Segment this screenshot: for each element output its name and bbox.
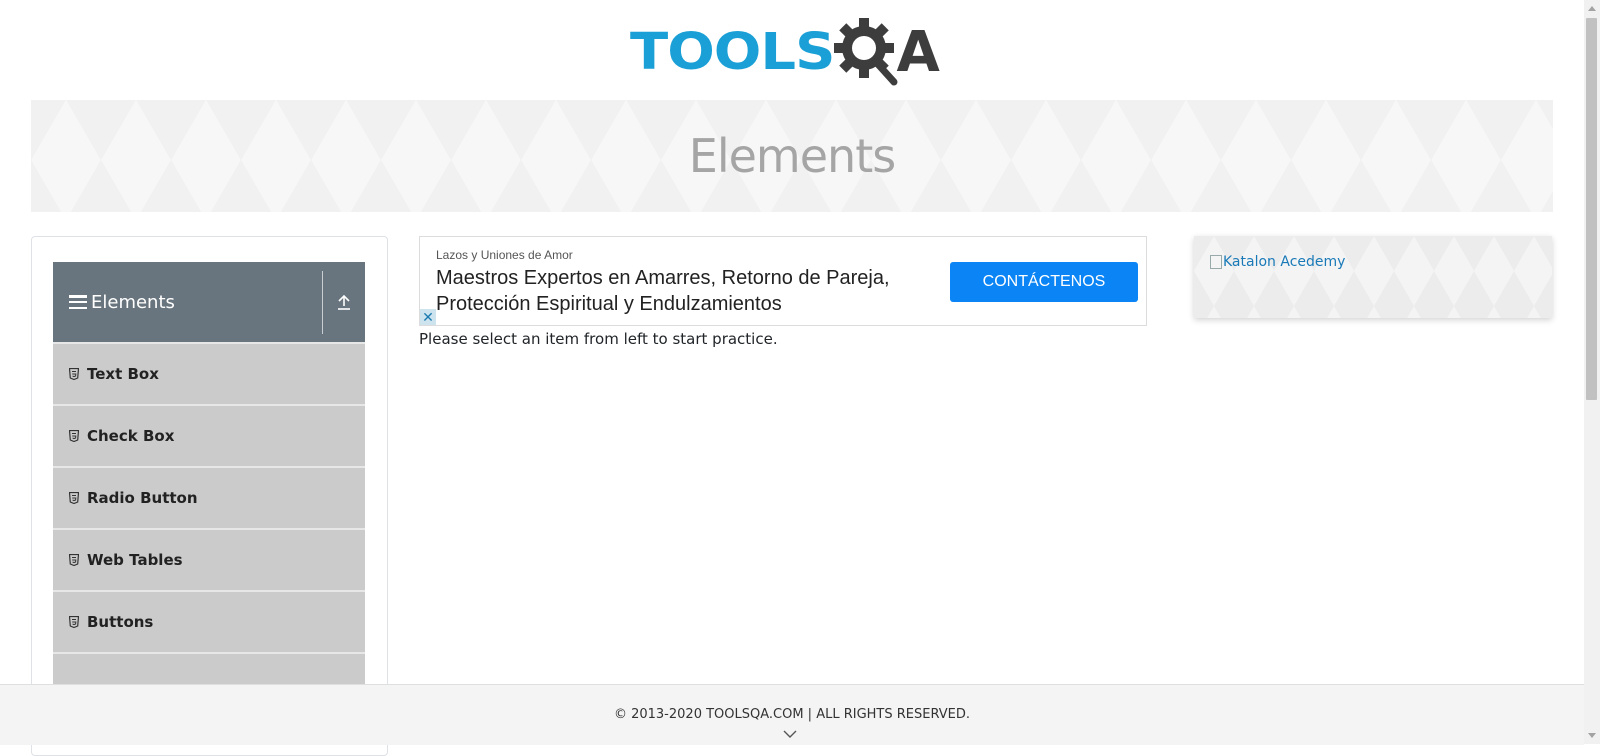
html5-icon [67, 429, 81, 443]
katalon-academy-link[interactable]: Katalon Acedemy [1210, 254, 1345, 270]
page-banner: Elements [31, 100, 1553, 212]
scroll-down-arrow-icon[interactable] [1588, 733, 1596, 739]
scrollbar-thumb[interactable] [1586, 18, 1597, 400]
katalon-promo-box[interactable]: Katalon Acedemy [1194, 236, 1552, 318]
page-title: Elements [688, 129, 896, 183]
sidebar-item-text-box[interactable]: Text Box [53, 342, 365, 404]
broken-image-icon [1210, 255, 1222, 269]
ad-close-icon[interactable]: ✕ [420, 309, 436, 325]
left-nav-panel: Elements Text Box Check Box Radio Button… [31, 236, 388, 756]
logo-text-tools: TOOLS [630, 22, 835, 82]
sidebar-item-label: Check Box [87, 427, 175, 445]
gear-magnifier-icon [834, 18, 898, 86]
sidebar-item-label: Text Box [87, 365, 159, 383]
sidebar-item-label: Web Tables [87, 551, 183, 569]
ad-headline[interactable]: Maestros Expertos en Amarres, Retorno de… [436, 265, 936, 317]
html5-icon [67, 615, 81, 629]
toolsqa-logo[interactable]: TOOLS A [630, 14, 956, 90]
sidebar-item-label: Radio Button [87, 489, 198, 507]
chevron-down-icon[interactable] [783, 729, 797, 739]
vertical-scrollbar[interactable] [1584, 0, 1600, 744]
ad-advertiser: Lazos y Uniones de Amor [436, 248, 573, 262]
sidebar-item-web-tables[interactable]: Web Tables [53, 528, 365, 590]
arrow-up-icon [338, 294, 350, 310]
hamburger-icon [69, 295, 87, 309]
html5-icon [67, 553, 81, 567]
page-footer: © 2013-2020 TOOLSQA.COM | ALL RIGHTS RES… [0, 684, 1584, 745]
scroll-up-arrow-icon[interactable] [1588, 5, 1596, 11]
sidebar-item-check-box[interactable]: Check Box [53, 404, 365, 466]
html5-icon [67, 367, 81, 381]
ad-contact-button[interactable]: CONTÁCTENOS [950, 262, 1138, 302]
sidebar-item-radio-button[interactable]: Radio Button [53, 466, 365, 528]
footer-copyright: © 2013-2020 TOOLSQA.COM | ALL RIGHTS RES… [613, 707, 971, 722]
collapse-group-button[interactable] [323, 262, 365, 342]
ad-banner[interactable]: Lazos y Uniones de Amor Maestros Experto… [419, 236, 1147, 326]
sidebar-item-buttons[interactable]: Buttons [53, 590, 365, 652]
elements-menu-list: Text Box Check Box Radio Button Web Tabl… [53, 342, 365, 714]
sidebar-item-label: Buttons [87, 613, 154, 631]
html5-icon [67, 491, 81, 505]
start-practice-text: Please select an item from left to start… [419, 330, 778, 348]
logo-text-a: A [896, 19, 940, 85]
group-title: Elements [91, 291, 175, 313]
katalon-image-alt: Katalon Acedemy [1223, 254, 1346, 270]
elements-group-header[interactable]: Elements [53, 262, 365, 342]
